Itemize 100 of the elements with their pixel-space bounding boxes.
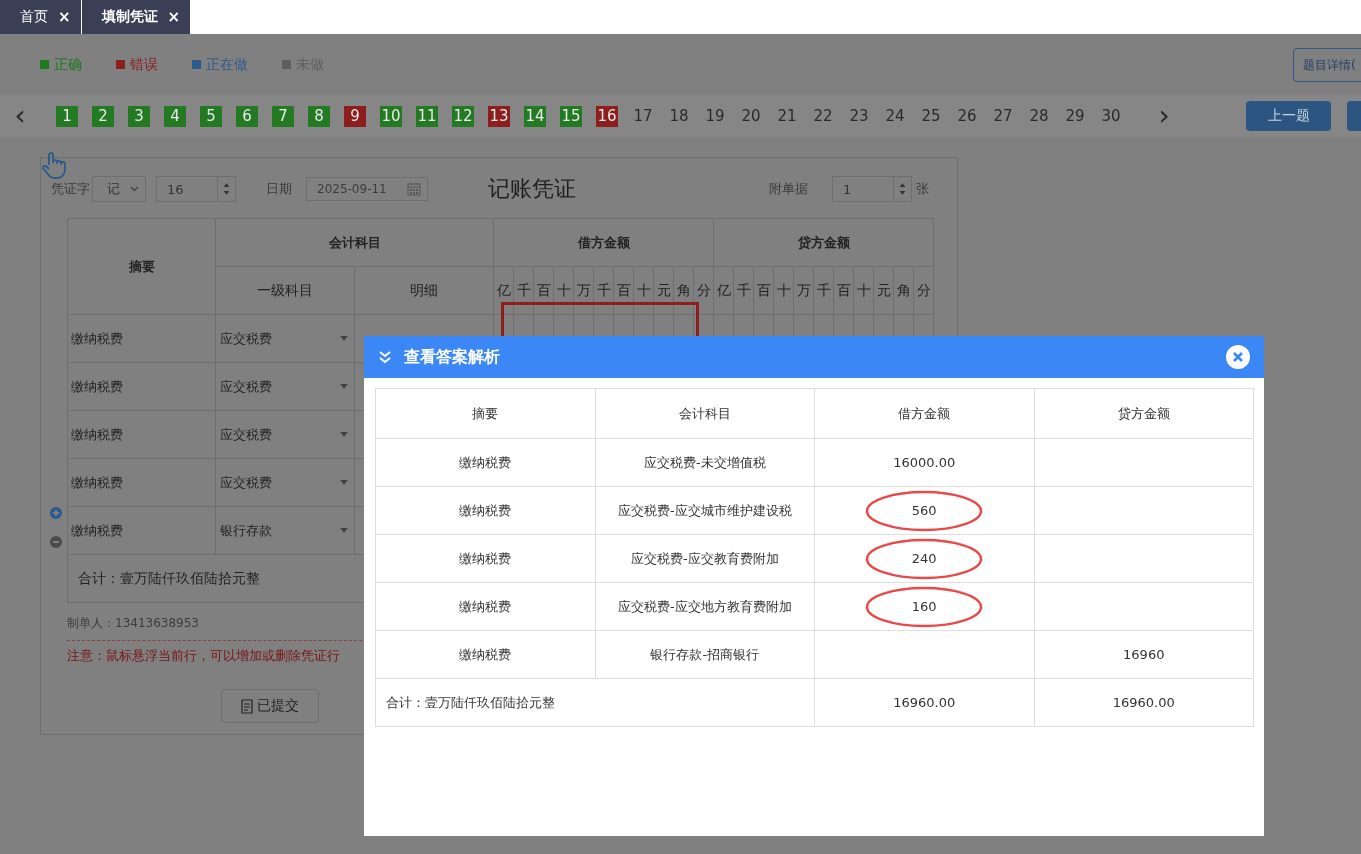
question-number[interactable]: 23 [848,105,870,127]
table-cell: 应交税费-应交地方教育费附加 [617,597,792,616]
close-icon[interactable]: × [58,8,71,26]
digit-header: 百 [536,281,551,298]
table-cell: 240 [911,551,937,566]
question-number[interactable]: 24 [884,105,906,127]
close-icon[interactable]: × [167,8,181,26]
digit-header: 千 [816,281,831,298]
remove-row-icon[interactable] [50,536,62,548]
digit-header: 亿 [716,281,731,298]
question-number[interactable]: 11 [416,105,438,127]
question-number[interactable]: 10 [380,105,402,127]
table-cell: 160 [911,599,937,614]
prev-question-button[interactable]: 上一题 [1246,101,1331,131]
table-cell: 应交税费-未交增值税 [643,453,766,472]
question-number[interactable]: 1 [56,105,78,127]
account-select[interactable]: 应交税费 [220,329,272,348]
question-number[interactable]: 6 [236,105,258,127]
voucher-word-select[interactable]: 记 [92,176,146,202]
table-cell: 缴纳税费 [459,645,512,664]
summary-text: 缴纳税费 [71,426,123,442]
submitted-button[interactable]: 已提交 [221,689,319,723]
question-number[interactable]: 21 [776,105,798,127]
question-number[interactable]: 7 [272,105,294,127]
account-select[interactable]: 应交税费 [220,377,272,396]
question-number[interactable]: 14 [524,105,546,127]
account-select[interactable]: 银行存款 [220,521,272,540]
question-number[interactable]: 26 [956,105,978,127]
attachments-field[interactable]: 1 [832,176,912,202]
digit-header: 千 [596,281,611,298]
digit-header: 十 [556,281,571,298]
column-header: 摘要 [128,258,155,274]
digit-header: 角 [896,281,911,298]
question-number[interactable]: 17 [632,105,654,127]
summary-text: 缴纳税费 [71,330,123,346]
question-details-button[interactable]: 题目详情( [1293,48,1361,82]
column-header: 明细 [410,281,438,298]
question-number[interactable]: 22 [812,105,834,127]
column-header: 借方金额 [898,405,951,421]
legend-label: 正确 [54,55,82,74]
dropdown-arrow-icon[interactable] [340,528,348,533]
voucher-maker: 制单人：13413638953 [67,615,199,632]
question-number[interactable]: 18 [668,105,690,127]
digit-header: 十 [776,281,791,298]
digit-header: 百 [616,281,631,298]
table-cell: 缴纳税费 [459,501,512,520]
voucher-title: 记账凭证 [488,175,577,203]
usage-note: 注意：鼠标悬浮当前行，可以增加或删除凭证行 [67,647,341,665]
digit-header: 万 [796,281,811,298]
column-header: 贷方金额 [1117,405,1170,421]
dropdown-arrow-icon[interactable] [340,480,348,485]
question-number[interactable]: 8 [308,105,330,127]
digit-header: 十 [636,281,651,298]
question-number[interactable]: 2 [92,105,114,127]
dropdown-arrow-icon[interactable] [340,384,348,389]
summary-text: 缴纳税费 [71,378,123,394]
account-select[interactable]: 应交税费 [220,425,272,444]
calendar-icon[interactable] [407,182,421,196]
add-row-icon[interactable] [50,507,62,519]
double-chevron-down-icon[interactable] [378,350,392,364]
question-number[interactable]: 25 [920,105,942,127]
question-number[interactable]: 5 [200,105,222,127]
question-number[interactable]: 20 [740,105,762,127]
question-number[interactable]: 19 [704,105,726,127]
question-number[interactable]: 15 [560,105,582,127]
question-number[interactable]: 3 [128,105,150,127]
voucher-number-field[interactable]: 16 [156,176,236,202]
column-header: 一级科目 [257,281,313,298]
table-cell: 16960.00 [1112,695,1175,710]
question-number[interactable]: 9 [344,105,366,127]
dropdown-arrow-icon[interactable] [340,432,348,437]
table-cell: 缴纳税费 [459,549,512,568]
chevron-down-icon [130,186,139,192]
question-number[interactable]: 28 [1028,105,1050,127]
date-label: 日期 [266,180,292,198]
tab[interactable]: 填制凭证 × [81,0,192,34]
digit-header: 万 [576,281,591,298]
attachments-unit: 张 [916,180,929,198]
dropdown-arrow-icon[interactable] [340,336,348,341]
question-number[interactable]: 16 [596,105,618,127]
tab[interactable]: 首页 × [0,0,82,34]
table-cell: 560 [911,503,937,518]
digit-header: 分 [696,281,711,298]
voucher-word-label: 凭证字 [51,180,90,198]
question-number[interactable]: 29 [1064,105,1086,127]
digit-header: 十 [856,281,871,298]
question-number[interactable]: 4 [164,105,186,127]
summary-text: 缴纳税费 [71,522,123,538]
question-number[interactable]: 12 [452,105,474,127]
column-header: 会计科目 [678,405,731,421]
close-icon[interactable] [1226,345,1250,369]
question-number[interactable]: 27 [992,105,1014,127]
table-cell: 16000.00 [893,455,956,470]
digit-header: 千 [736,281,751,298]
account-select[interactable]: 应交税费 [220,473,272,492]
question-number[interactable]: 30 [1100,105,1122,127]
date-field[interactable]: 2025-09-11 [306,177,428,201]
dialog-title: 查看答案解析 [404,346,500,368]
question-number[interactable]: 13 [488,105,510,127]
table-cell: 16960 [1123,647,1165,662]
